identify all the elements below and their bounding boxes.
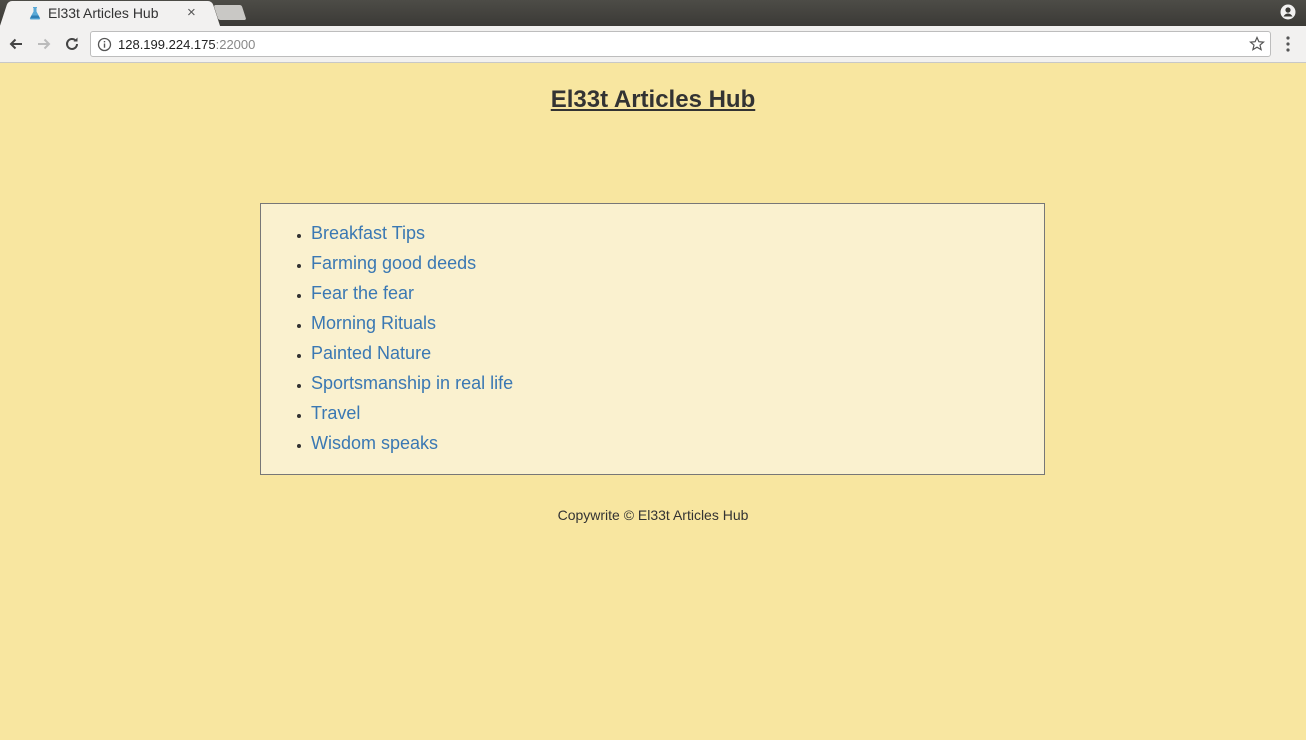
tab-close-icon[interactable]: × — [187, 4, 196, 21]
list-item: Wisdom speaks — [311, 430, 1044, 460]
address-bar[interactable]: 128.199.224.175:22000 — [90, 31, 1271, 57]
url-text[interactable]: 128.199.224.175:22000 — [118, 37, 255, 52]
page-content: El33t Articles Hub Breakfast Tips Farmin… — [0, 63, 1306, 740]
info-icon[interactable] — [97, 37, 112, 52]
url-host: 128.199.224.175 — [118, 37, 216, 52]
browser-tab[interactable]: El33t Articles Hub × — [12, 1, 208, 26]
new-tab-button[interactable] — [213, 5, 247, 20]
list-item: Farming good deeds — [311, 250, 1044, 280]
list-item: Fear the fear — [311, 280, 1044, 310]
article-link-sportsmanship[interactable]: Sportsmanship in real life — [311, 373, 513, 393]
article-link-breakfast-tips[interactable]: Breakfast Tips — [311, 223, 425, 243]
bookmark-star-icon[interactable] — [1249, 36, 1265, 52]
browser-toolbar: 128.199.224.175:22000 — [0, 26, 1306, 63]
articles-list-box: Breakfast Tips Farming good deeds Fear t… — [260, 203, 1045, 475]
list-item: Morning Rituals — [311, 310, 1044, 340]
url-port: :22000 — [215, 37, 256, 52]
menu-kebab-icon[interactable] — [1280, 35, 1296, 53]
reload-icon[interactable] — [62, 34, 82, 54]
article-link-farming-good-deeds[interactable]: Farming good deeds — [311, 253, 476, 273]
article-link-painted-nature[interactable]: Painted Nature — [311, 343, 431, 363]
footer-copyright: Copywrite © El33t Articles Hub — [557, 507, 749, 523]
article-link-wisdom-speaks[interactable]: Wisdom speaks — [311, 433, 438, 453]
tab-title: El33t Articles Hub — [48, 5, 159, 21]
article-link-travel[interactable]: Travel — [311, 403, 360, 423]
flask-icon — [29, 7, 41, 20]
back-arrow-icon[interactable] — [6, 34, 26, 54]
profile-icon[interactable] — [1280, 4, 1296, 20]
forward-arrow-icon[interactable] — [34, 34, 54, 54]
article-link-fear-the-fear[interactable]: Fear the fear — [311, 283, 414, 303]
browser-tab-bar: El33t Articles Hub × — [0, 0, 1306, 26]
article-link-morning-rituals[interactable]: Morning Rituals — [311, 313, 436, 333]
list-item: Sportsmanship in real life — [311, 370, 1044, 400]
page-title[interactable]: El33t Articles Hub — [0, 86, 1306, 114]
list-item: Travel — [311, 400, 1044, 430]
articles-list: Breakfast Tips Farming good deeds Fear t… — [261, 204, 1044, 460]
list-item: Breakfast Tips — [311, 220, 1044, 250]
list-item: Painted Nature — [311, 340, 1044, 370]
